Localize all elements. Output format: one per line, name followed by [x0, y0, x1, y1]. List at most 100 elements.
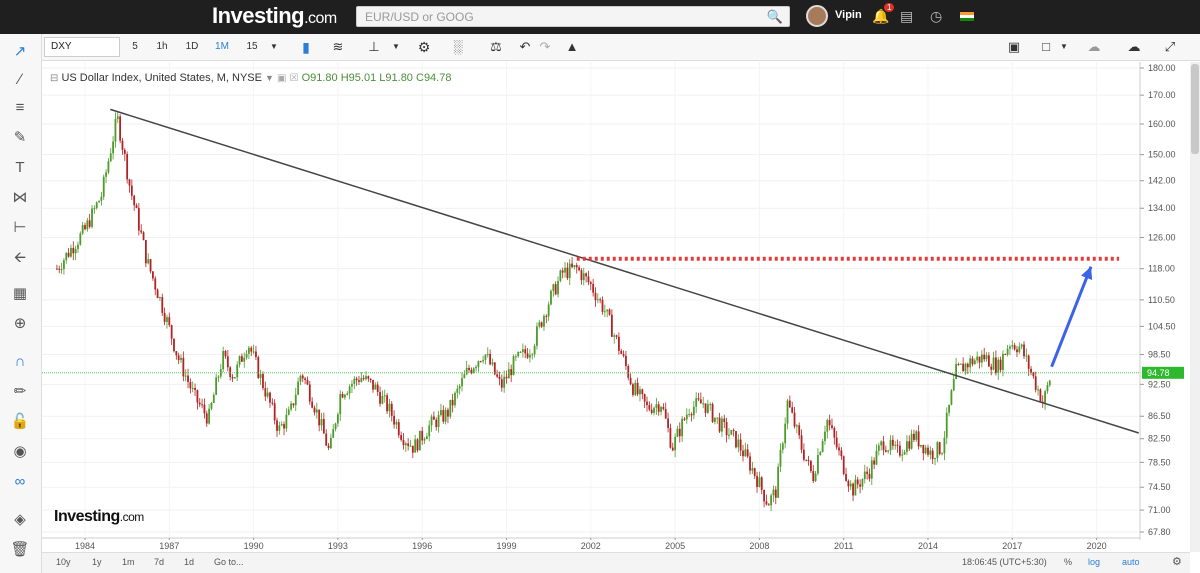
zoom-in-icon[interactable]: ⊕: [10, 314, 30, 334]
legend-collapse-icon[interactable]: ⊟: [50, 73, 58, 84]
icons-tool-icon[interactable]: ▦: [10, 284, 30, 304]
range-10y[interactable]: 10y: [56, 557, 71, 567]
candle-body: [440, 410, 442, 416]
auto-toggle[interactable]: auto: [1122, 557, 1140, 567]
candle-body: [653, 407, 655, 413]
price-chart[interactable]: 94.78 180.00 170.00 160.00 150.00 142.00 134.…: [42, 62, 1190, 540]
flag-icon[interactable]: [960, 12, 974, 21]
candle-body: [959, 363, 962, 365]
search-icon[interactable]: 🔍: [767, 9, 783, 25]
back-arrow-icon[interactable]: 🡨: [10, 248, 30, 268]
candle-body: [763, 489, 765, 502]
layers-icon[interactable]: ◈: [10, 510, 30, 530]
candle-body: [212, 394, 215, 403]
interval-1d[interactable]: 1D: [182, 37, 202, 57]
candle-body: [365, 376, 367, 380]
redo-icon[interactable]: ↷: [536, 37, 554, 57]
interval-dropdown-icon[interactable]: ▼: [268, 37, 280, 57]
stay-drawing-icon[interactable]: ✏: [10, 382, 30, 402]
layout-icon[interactable]: □: [1038, 37, 1054, 57]
clock-icon[interactable]: ◷: [930, 8, 942, 25]
layout-dropdown-icon[interactable]: ▼: [1058, 37, 1070, 57]
candle-body: [770, 495, 773, 506]
candle-body: [821, 441, 824, 453]
link-icon[interactable]: ∞: [10, 472, 30, 492]
compare-icon[interactable]: ⊥: [364, 37, 384, 57]
legend-settings-icon[interactable]: ▣: [277, 73, 286, 84]
candle-body: [72, 247, 75, 254]
interval-5[interactable]: 5: [128, 37, 142, 57]
pitchfork-icon[interactable]: ≡: [10, 98, 30, 118]
candle-body: [430, 416, 433, 426]
candle-body: [233, 377, 236, 379]
candle-body: [721, 418, 723, 432]
avatar[interactable]: [806, 5, 828, 27]
symbol-input[interactable]: DXY: [44, 37, 120, 57]
scale-icon[interactable]: ⚖: [486, 37, 506, 57]
candle-body: [276, 420, 278, 431]
indicators-icon[interactable]: ≋: [328, 37, 348, 57]
briefcase-icon[interactable]: ▤: [900, 8, 913, 25]
log-toggle[interactable]: log: [1088, 557, 1100, 567]
range-1y[interactable]: 1y: [92, 557, 102, 567]
camera-icon[interactable]: ▣: [1004, 37, 1024, 57]
candle-body: [725, 422, 728, 436]
candle-body: [529, 355, 531, 358]
x-tick-label: 1993: [327, 541, 348, 551]
candle-body: [107, 161, 110, 173]
fullscreen-icon[interactable]: ⤢: [1160, 37, 1180, 57]
candle-body: [814, 473, 817, 482]
interval-15[interactable]: 15: [244, 37, 260, 57]
drawing-sidebar: ↗ ∕ ≡ ✎ T ⋈ ⊢ 🡨 ▦ ⊕ ∩ ✏ 🔓 ◉ ∞ ◈ 🗑: [0, 34, 42, 573]
candle-body: [536, 326, 538, 346]
candle-body: [351, 383, 353, 387]
candle-body: [292, 403, 295, 406]
magnet-icon[interactable]: ∩: [10, 352, 30, 372]
cursor-icon[interactable]: ↗: [10, 42, 30, 62]
brand-logo[interactable]: Investing.com: [212, 3, 337, 29]
interval-1m[interactable]: 1M: [212, 37, 232, 57]
alert-icon[interactable]: ▲: [562, 37, 582, 57]
search-input[interactable]: EUR/USD or GOOG 🔍: [356, 6, 790, 27]
range-7d[interactable]: 7d: [154, 557, 164, 567]
candle-body: [678, 428, 681, 437]
cloud-download-icon[interactable]: ☁: [1082, 37, 1106, 57]
bars-icon[interactable]: ░: [448, 37, 468, 57]
candle-body: [79, 233, 82, 245]
candle-body: [269, 392, 271, 403]
percent-toggle[interactable]: %: [1064, 557, 1072, 567]
compare-dropdown-icon[interactable]: ▼: [390, 37, 402, 57]
legend-dropdown-icon[interactable]: ▼: [265, 73, 274, 83]
candle-body: [777, 466, 780, 498]
legend-close-icon[interactable]: ☒: [290, 73, 299, 84]
gear-icon[interactable]: ⚙: [414, 37, 434, 57]
measure-icon[interactable]: ⊢: [10, 218, 30, 238]
candles-icon[interactable]: ▮: [296, 37, 316, 57]
candle-body: [81, 225, 84, 234]
trendline-icon[interactable]: ∕: [10, 70, 30, 90]
candle-body: [592, 283, 595, 293]
eye-icon[interactable]: ◉: [10, 442, 30, 462]
settings-gear-icon[interactable]: ⚙: [1172, 555, 1182, 568]
candle-body: [664, 409, 667, 419]
goto-date[interactable]: Go to...: [214, 557, 244, 567]
candle-body: [86, 220, 89, 230]
y-tick-label: 78.50: [1148, 457, 1171, 467]
candle-body: [978, 356, 981, 363]
range-1d[interactable]: 1d: [184, 557, 194, 567]
candle-body: [941, 453, 943, 455]
y-tick-label: 134.00: [1148, 203, 1176, 213]
candle-body: [271, 402, 274, 404]
pattern-icon[interactable]: ⋈: [10, 188, 30, 208]
range-1m[interactable]: 1m: [122, 557, 135, 567]
scrollbar-thumb[interactable]: [1191, 64, 1199, 154]
chart-svg[interactable]: 94.78 180.00 170.00 160.00 150.00 142.00 134.…: [42, 62, 1190, 540]
trash-icon[interactable]: 🗑: [10, 540, 30, 560]
cloud-upload-icon[interactable]: ☁: [1122, 37, 1146, 57]
interval-1h[interactable]: 1h: [152, 37, 172, 57]
text-icon[interactable]: T: [10, 158, 30, 178]
undo-icon[interactable]: ↶: [516, 37, 534, 57]
brush-icon[interactable]: ✎: [10, 128, 30, 148]
lock-icon[interactable]: 🔓: [10, 412, 30, 432]
username[interactable]: Vipin: [835, 9, 862, 21]
